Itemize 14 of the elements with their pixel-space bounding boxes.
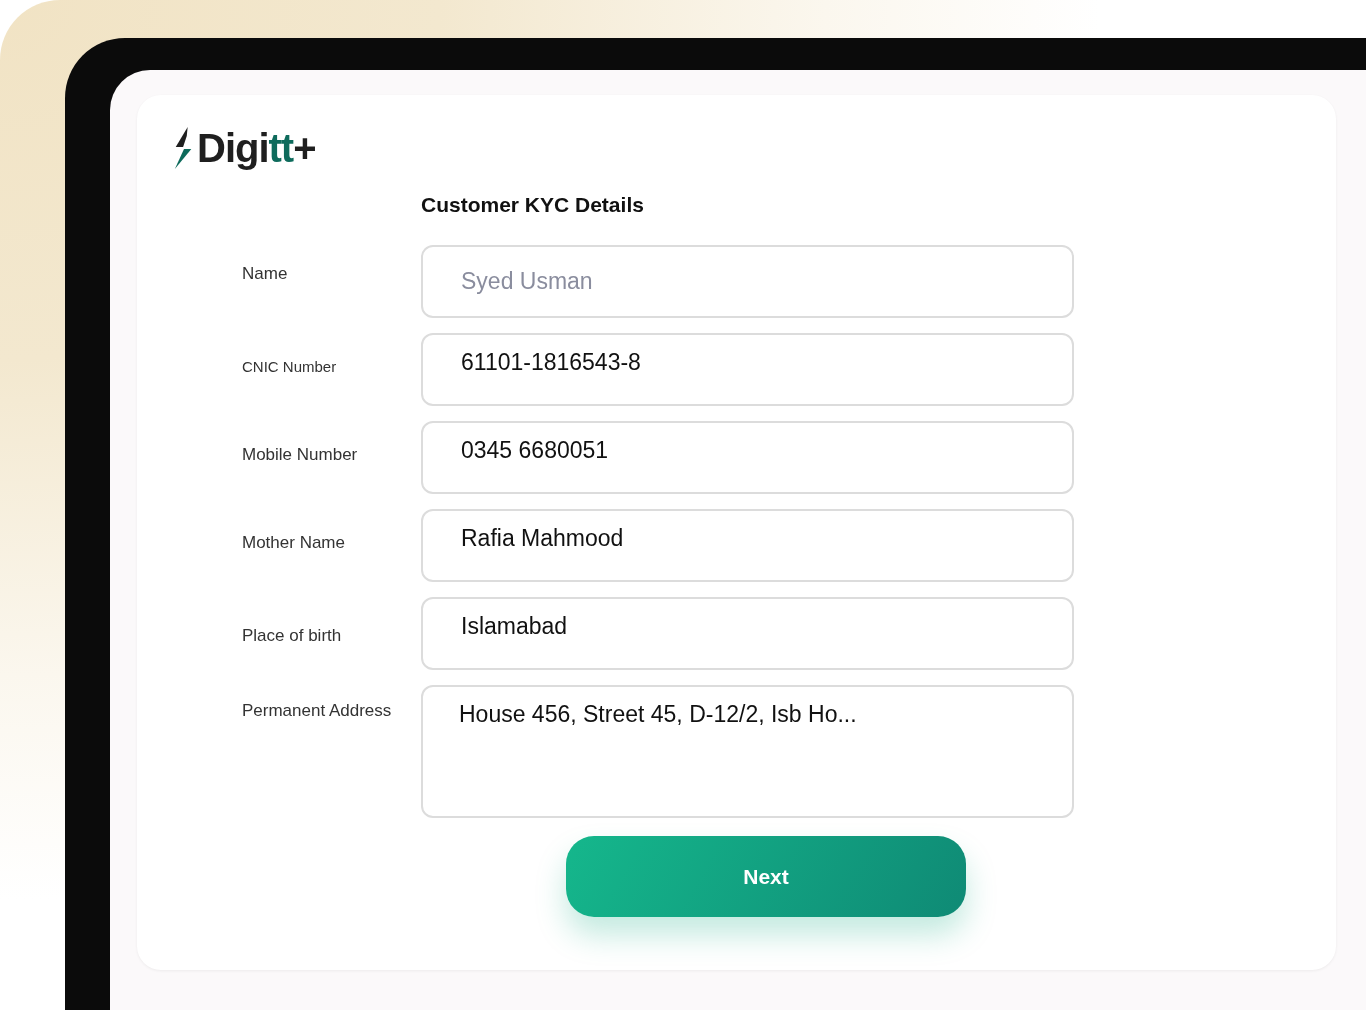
logo-text: Digitt+ (197, 125, 316, 171)
address-field[interactable]: House 456, Street 45, D-12/2, Isb Ho... (421, 685, 1074, 818)
field-label: Place of birth (242, 625, 343, 646)
input-field[interactable]: 61101-1816543-8 (421, 333, 1074, 406)
input-field[interactable]: Syed Usman (421, 245, 1074, 318)
field-label: Name (242, 263, 289, 284)
field-label: Mother Name (242, 532, 346, 553)
field-label: Permanent Address (242, 700, 393, 721)
input-field[interactable]: 0345 6680051 (421, 421, 1074, 494)
input-field[interactable]: Islamabad (421, 597, 1074, 670)
input-field[interactable]: Rafia Mahmood (421, 509, 1074, 582)
field-label: Mobile Number (242, 444, 359, 465)
form-title: Customer KYC Details (421, 193, 645, 217)
field-label: CNIC Number (242, 357, 338, 375)
